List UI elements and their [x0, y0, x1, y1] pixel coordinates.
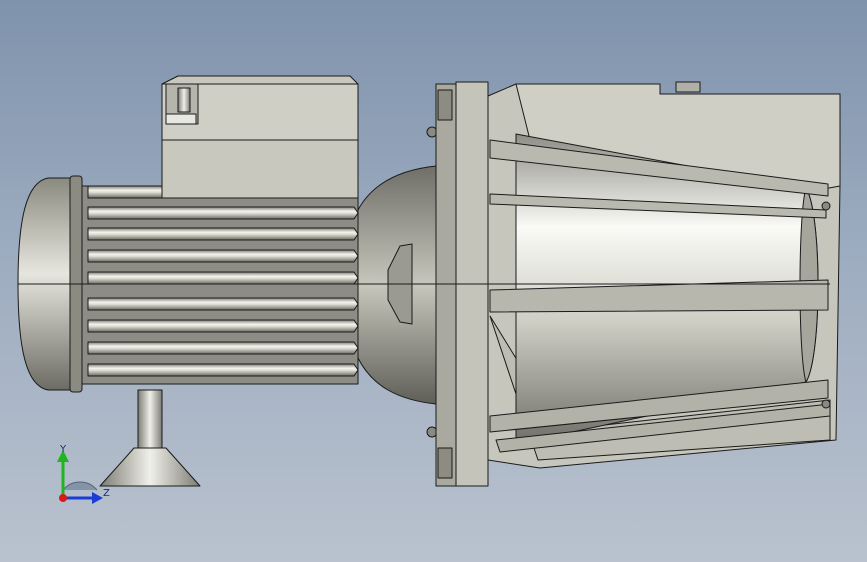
orientation-triad: Y Z [57, 444, 110, 504]
cooling-fin [87, 249, 359, 263]
x-axis-dot [59, 494, 67, 502]
y-axis-label: Y [59, 444, 67, 455]
cooling-fin [87, 227, 359, 241]
pump-flange [435, 81, 489, 487]
z-axis-arrow [92, 492, 103, 504]
cooling-fins [87, 185, 359, 377]
cooling-fin [87, 341, 359, 355]
pump-housing [487, 81, 841, 469]
terminal-box [161, 75, 359, 199]
cooling-fin [87, 271, 359, 285]
motor-flange-neck [357, 126, 438, 438]
pump-model[interactable] [0, 0, 867, 562]
cooling-fin [87, 297, 359, 311]
pump-assembly [17, 75, 841, 487]
z-axis-label: Z [103, 488, 110, 499]
triad-arc [62, 481, 98, 491]
cooling-fin [87, 363, 359, 377]
cooling-fin [87, 319, 359, 333]
fan-cap [17, 175, 83, 393]
motor-body [81, 185, 359, 385]
cad-viewport[interactable]: Y Z [0, 0, 867, 562]
cooling-fin [87, 206, 359, 220]
